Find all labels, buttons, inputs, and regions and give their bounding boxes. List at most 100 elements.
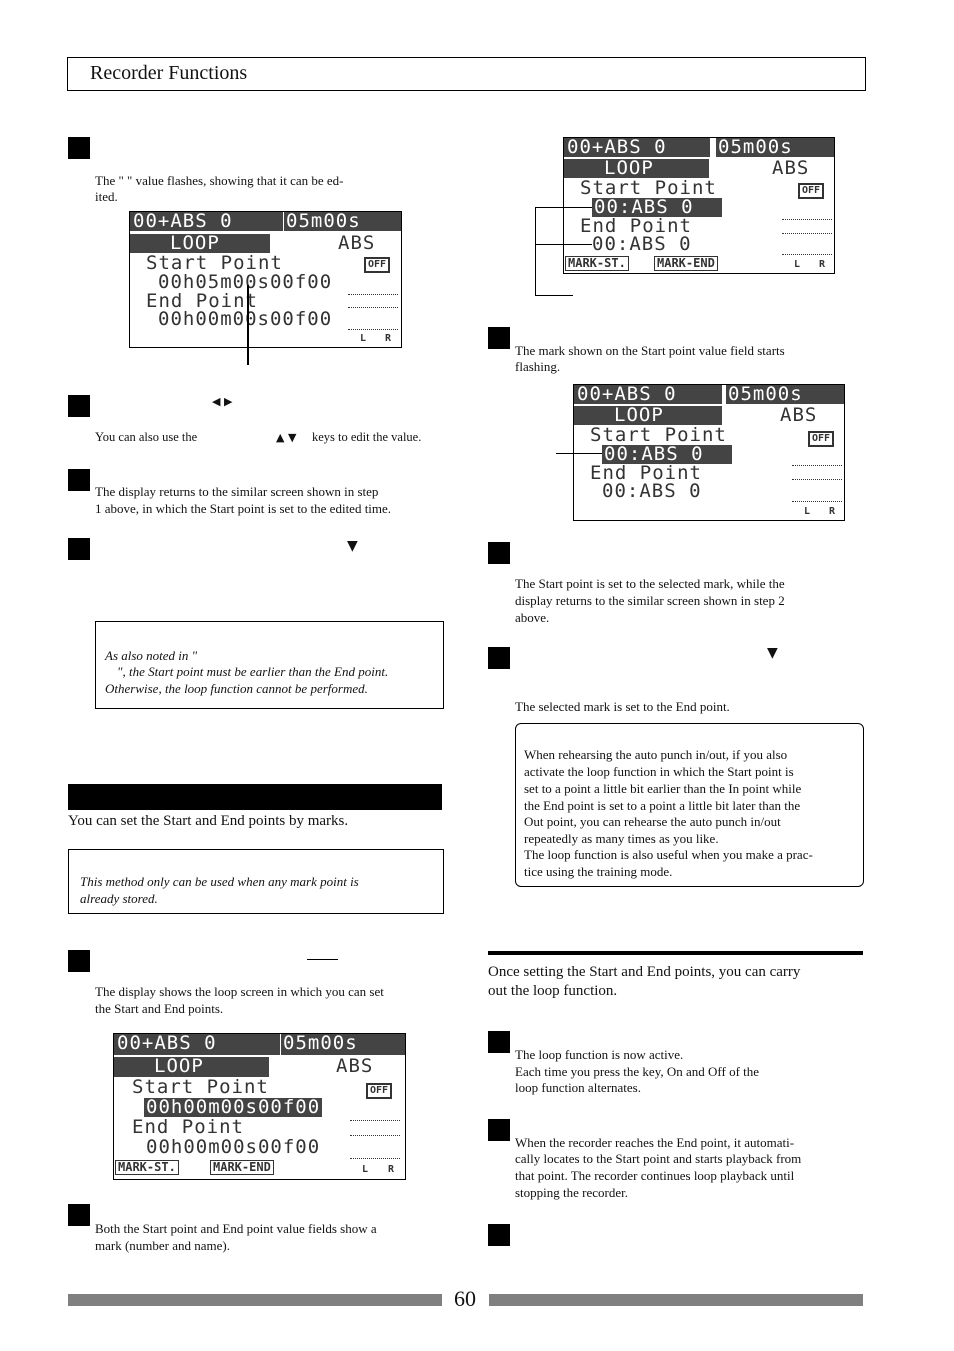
left-right-arrow-icon: ◀ ▶	[212, 395, 233, 408]
step-text: The display shows the loop screen in whi…	[95, 984, 384, 999]
section-intro: out the loop function.	[488, 983, 618, 999]
lcd-screen-edit-time: 00+ABS 0 05m00s LOOP ABS Start Point OFF…	[129, 211, 402, 348]
lcd-off-indicator: OFF	[366, 1083, 393, 1099]
step-note: keys to edit the value.	[312, 430, 422, 444]
step-text: The mark shown on the Start point value …	[515, 343, 785, 358]
section-rule	[488, 951, 863, 955]
step-text: The selected mark is set to the End poin…	[515, 699, 730, 714]
tip-line: set to a point a little bit earlier than…	[524, 781, 802, 796]
lcd-l-label: L	[804, 506, 811, 517]
lcd-meter	[348, 307, 398, 308]
tip-line: The loop function is also useful when yo…	[524, 847, 813, 862]
lcd-meter	[782, 254, 832, 255]
lcd-top-left: 00+ABS 0	[564, 138, 710, 157]
mark-end-tab: MARK-END	[210, 1160, 274, 1175]
lcd-end-value: 00:ABS 0	[602, 480, 702, 502]
step-text: The " " value flashes, showing that it c…	[95, 173, 344, 188]
lcd-mode: LOOP	[574, 406, 722, 425]
lcd-scale: ABS	[772, 157, 810, 179]
step-text: display returns to the similar screen sh…	[515, 593, 785, 608]
lcd-mode: LOOP	[114, 1057, 269, 1077]
lcd-top-right: 05m00s	[281, 1034, 405, 1055]
lcd-scale: ABS	[338, 232, 376, 254]
lcd-r-label: R	[819, 259, 826, 270]
tip-line: repeatedly as many times as you like.	[524, 831, 719, 846]
step-text: the Start and End points.	[95, 1001, 224, 1016]
lcd-meter	[348, 294, 398, 295]
lcd-meter	[782, 233, 832, 234]
step-text: When the recorder reaches the End point,…	[515, 1135, 795, 1150]
step-marker	[488, 1031, 510, 1053]
lcd-meter	[792, 501, 842, 502]
tip-line: the End point is set to a point a little…	[524, 798, 801, 813]
lcd-meter	[792, 465, 842, 466]
callout-line	[535, 244, 592, 245]
lcd-l-label: L	[362, 1164, 369, 1175]
note-text: As also noted in "	[105, 648, 198, 663]
lcd-top-right: 05m00s	[726, 385, 844, 404]
lcd-mode: LOOP	[564, 159, 709, 178]
step-marker	[68, 395, 90, 417]
tip-line: tice using the training mode.	[524, 864, 673, 879]
callout-line	[247, 285, 249, 365]
callout-line	[535, 207, 592, 208]
step-note: You can also use the	[95, 430, 198, 444]
lcd-top-right: 05m00s	[716, 138, 834, 157]
footer-bar-right	[489, 1294, 863, 1306]
lcd-mode: LOOP	[130, 234, 270, 253]
lcd-l-label: L	[794, 259, 801, 270]
lcd-r-label: R	[829, 506, 836, 517]
lcd-end-label: End Point	[132, 1116, 244, 1138]
step-text: mark (number and name).	[95, 1238, 231, 1253]
step-marker	[488, 1224, 510, 1246]
callout-line	[535, 207, 536, 296]
lcd-top-right: 05m00s	[284, 212, 401, 231]
step-text: cally locates to the Start point and sta…	[515, 1151, 802, 1166]
section-heading-bar	[68, 784, 442, 810]
step-marker	[488, 542, 510, 564]
mark-end-tab: MARK-END	[654, 256, 718, 271]
step-marker	[68, 137, 90, 159]
step-text: 1 above, in which the Start point is set…	[95, 501, 392, 516]
step-text: above.	[515, 610, 550, 625]
lcd-start-value: 00h00m00s00f00	[144, 1096, 323, 1118]
lcd-top-left: 00+ABS 0	[574, 385, 722, 404]
lcd-end-value: 00:ABS 0	[592, 233, 692, 255]
underline-rule	[307, 959, 338, 960]
step-marker	[488, 327, 510, 349]
lcd-r-label: R	[388, 1164, 395, 1175]
note-text: This method only can be used when any ma…	[80, 874, 359, 889]
tip-line: activate the loop function in which the …	[524, 764, 794, 779]
lcd-screen-mark-select: 00+ABS 0 05m00s LOOP ABS Start Point OFF…	[113, 1033, 406, 1180]
page-header-title: Recorder Functions	[90, 62, 248, 84]
tip-line: Out point, you can rehearse the auto pun…	[524, 814, 781, 829]
lcd-meter	[348, 329, 398, 330]
lcd-screen-flashing-mark: 00+ABS 0 05m00s LOOP ABS Start Point OFF…	[573, 384, 845, 521]
lcd-meter	[350, 1158, 400, 1159]
step-marker	[68, 950, 90, 972]
lcd-l-label: L	[360, 333, 367, 344]
note-text: already stored.	[80, 891, 158, 906]
step-marker	[68, 538, 90, 560]
lcd-meter	[792, 479, 842, 480]
lcd-off-indicator: OFF	[798, 183, 825, 199]
lcd-scale: ABS	[336, 1055, 374, 1077]
lcd-off-indicator: OFF	[808, 431, 835, 447]
step-text: Each time you press the key, On and Off …	[515, 1064, 760, 1079]
step-text: The Start point is set to the selected m…	[515, 576, 785, 591]
step-text: ited.	[95, 189, 118, 204]
note-text: ", the Start point must be earlier than …	[117, 664, 389, 679]
callout-line	[535, 295, 573, 296]
lcd-start-label: Start Point	[132, 1076, 269, 1098]
step-text: that point. The recorder continues loop …	[515, 1168, 795, 1183]
down-arrow-icon: ▼	[767, 645, 778, 661]
lcd-meter	[350, 1135, 400, 1136]
lcd-off-indicator: OFF	[364, 257, 391, 273]
page-number: 60	[454, 1286, 476, 1311]
lcd-meter	[350, 1120, 400, 1121]
section-intro: You can set the Start and End points by …	[68, 813, 349, 829]
lcd-end-value: 00h00m00s00f00	[158, 308, 333, 330]
step-text: loop function alternates.	[515, 1080, 641, 1095]
lcd-meter	[782, 219, 832, 220]
lcd-scale: ABS	[780, 404, 818, 426]
